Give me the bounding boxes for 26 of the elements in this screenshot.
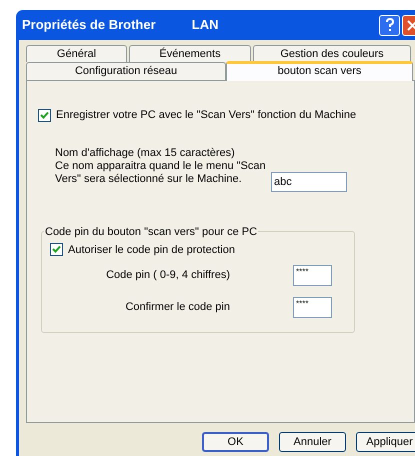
checkbox[interactable] [38, 108, 51, 122]
field-label: Confirmer le code pin [124, 300, 230, 316]
tab[interactable]: Configuration réseau [26, 62, 226, 80]
checkbox[interactable] [50, 243, 63, 256]
tab[interactable]: Gestion des couleurs [253, 45, 411, 62]
close-icon [407, 20, 415, 30]
question-mark-icon [384, 18, 394, 32]
checkmark-icon [52, 245, 61, 254]
tab[interactable]: bouton scan vers [226, 61, 413, 81]
tab[interactable]: Événements [129, 45, 251, 62]
pin-field[interactable]: **** [293, 265, 332, 286]
help-button[interactable] [379, 14, 400, 36]
dialog-button[interactable]: OK [202, 432, 269, 452]
description-text: Nom d'affichage (max 15 caractères) [55, 146, 236, 160]
dialog-button[interactable]: Annuler [279, 432, 346, 452]
dialog-button[interactable]: Appliquer [356, 432, 415, 452]
pin-field[interactable]: **** [293, 297, 332, 318]
window-title: Propriétés de Brother LAN [22, 16, 220, 34]
checkmark-icon [40, 110, 49, 120]
checkbox-label: Autoriser le code pin de protection [68, 242, 235, 258]
field-label: Code pin ( 0-9, 4 chiffres) [105, 268, 230, 284]
description-text: Vers" sera sélectionné sur le Machine. [55, 172, 243, 186]
tab[interactable]: Général [26, 45, 127, 62]
display-name-field[interactable]: abc [271, 172, 347, 192]
description-text: Ce nom apparaitra quand le le menu "Scan [55, 160, 267, 172]
checkbox-label: Enregistrer votre PC avec le "Scan Vers" fonction du Machine [56, 108, 356, 123]
